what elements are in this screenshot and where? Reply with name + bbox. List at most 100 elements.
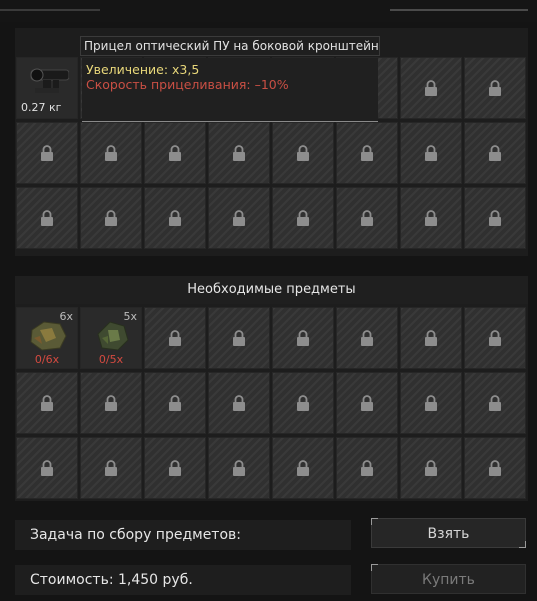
locked-slot bbox=[144, 372, 206, 434]
required-slot-grid: 6x 0/6x 5x 0/5x bbox=[16, 307, 526, 499]
lock-icon bbox=[424, 394, 438, 412]
locked-slot bbox=[272, 437, 334, 499]
locked-slot bbox=[464, 122, 526, 184]
lock-icon bbox=[296, 329, 310, 347]
lock-icon bbox=[424, 459, 438, 477]
top-divider-right[interactable] bbox=[390, 9, 528, 11]
locked-slot bbox=[80, 187, 142, 249]
top-strip bbox=[0, 0, 537, 22]
lock-icon bbox=[104, 209, 118, 227]
required-item-slot[interactable]: 6x 0/6x bbox=[16, 307, 78, 369]
locked-slot bbox=[80, 122, 142, 184]
top-divider-left bbox=[0, 9, 100, 11]
lock-icon bbox=[360, 329, 374, 347]
locked-slot bbox=[464, 307, 526, 369]
lock-icon bbox=[360, 459, 374, 477]
lock-icon bbox=[424, 209, 438, 227]
required-progress: 0/5x bbox=[98, 353, 124, 366]
locked-slot bbox=[400, 437, 462, 499]
locked-slot bbox=[464, 437, 526, 499]
locked-slot bbox=[16, 187, 78, 249]
locked-slot bbox=[464, 187, 526, 249]
lock-icon bbox=[488, 144, 502, 162]
locked-slot bbox=[208, 122, 270, 184]
lock-icon bbox=[424, 79, 438, 97]
lock-icon bbox=[40, 459, 54, 477]
take-button-label: Взять bbox=[427, 526, 470, 542]
buy-button[interactable]: Купить bbox=[371, 564, 526, 594]
locked-slot bbox=[336, 307, 398, 369]
stat-magnification: Увеличение: x3,5 bbox=[86, 62, 200, 77]
locked-slot bbox=[144, 122, 206, 184]
lock-icon bbox=[232, 144, 246, 162]
locked-slot bbox=[400, 57, 462, 119]
required-item-slot[interactable]: 5x 0/5x bbox=[80, 307, 142, 369]
cost-label: Стоимость: 1,450 руб. bbox=[15, 565, 351, 595]
locked-slot bbox=[336, 372, 398, 434]
locked-slot bbox=[272, 307, 334, 369]
installed-scope-slot[interactable]: 0.27 кг bbox=[16, 57, 78, 119]
locked-slot bbox=[400, 122, 462, 184]
task-label: Задача по сбору предметов: bbox=[15, 520, 351, 550]
lock-icon bbox=[296, 459, 310, 477]
take-button[interactable]: Взять bbox=[371, 518, 526, 548]
lock-icon bbox=[488, 79, 502, 97]
locked-slot bbox=[144, 437, 206, 499]
stat-aim-speed: Скорость прицеливания: –10% bbox=[86, 77, 289, 92]
required-items-header: Необходимые предметы bbox=[15, 276, 528, 304]
lock-icon bbox=[104, 394, 118, 412]
lock-icon bbox=[168, 394, 182, 412]
button-corner bbox=[519, 541, 526, 548]
lock-icon bbox=[360, 209, 374, 227]
locked-slot bbox=[272, 187, 334, 249]
lock-icon bbox=[40, 144, 54, 162]
scope-icon bbox=[30, 68, 76, 93]
lock-icon bbox=[296, 394, 310, 412]
locked-slot bbox=[400, 372, 462, 434]
required-count: 5x bbox=[123, 310, 137, 323]
lock-icon bbox=[360, 394, 374, 412]
lock-icon bbox=[168, 329, 182, 347]
locked-slot bbox=[464, 372, 526, 434]
item-weight: 0.27 кг bbox=[21, 101, 62, 114]
locked-slot bbox=[336, 187, 398, 249]
lock-icon bbox=[168, 209, 182, 227]
lock-icon bbox=[424, 144, 438, 162]
lock-icon bbox=[488, 209, 502, 227]
lock-icon bbox=[488, 394, 502, 412]
locked-slot bbox=[144, 187, 206, 249]
lock-icon bbox=[296, 209, 310, 227]
locked-slot bbox=[80, 372, 142, 434]
locked-slot bbox=[400, 307, 462, 369]
locked-slot bbox=[464, 57, 526, 119]
locked-slot bbox=[208, 437, 270, 499]
item-stats-tooltip: Увеличение: x3,5 Скорость прицеливания: … bbox=[82, 58, 378, 122]
locked-slot bbox=[400, 187, 462, 249]
button-corner bbox=[371, 564, 378, 571]
locked-slot bbox=[336, 437, 398, 499]
item-name-label: Прицел оптический ПУ на боковой кронштей… bbox=[80, 36, 380, 56]
lock-icon bbox=[104, 459, 118, 477]
lock-icon bbox=[40, 394, 54, 412]
locked-slot bbox=[208, 307, 270, 369]
lock-icon bbox=[232, 209, 246, 227]
locked-slot bbox=[272, 122, 334, 184]
lock-icon bbox=[296, 144, 310, 162]
locked-slot bbox=[272, 372, 334, 434]
button-corner bbox=[371, 518, 378, 525]
required-progress: 0/6x bbox=[34, 353, 60, 366]
locked-slot bbox=[16, 372, 78, 434]
locked-slot bbox=[208, 372, 270, 434]
lock-icon bbox=[488, 459, 502, 477]
lock-icon bbox=[168, 144, 182, 162]
lock-icon bbox=[488, 329, 502, 347]
lock-icon bbox=[232, 394, 246, 412]
lock-icon bbox=[232, 329, 246, 347]
lock-icon bbox=[168, 459, 182, 477]
lock-icon bbox=[104, 144, 118, 162]
lock-icon bbox=[360, 144, 374, 162]
buy-button-label: Купить bbox=[422, 572, 475, 588]
required-count: 6x bbox=[59, 310, 73, 323]
locked-slot bbox=[80, 437, 142, 499]
locked-slot bbox=[144, 307, 206, 369]
